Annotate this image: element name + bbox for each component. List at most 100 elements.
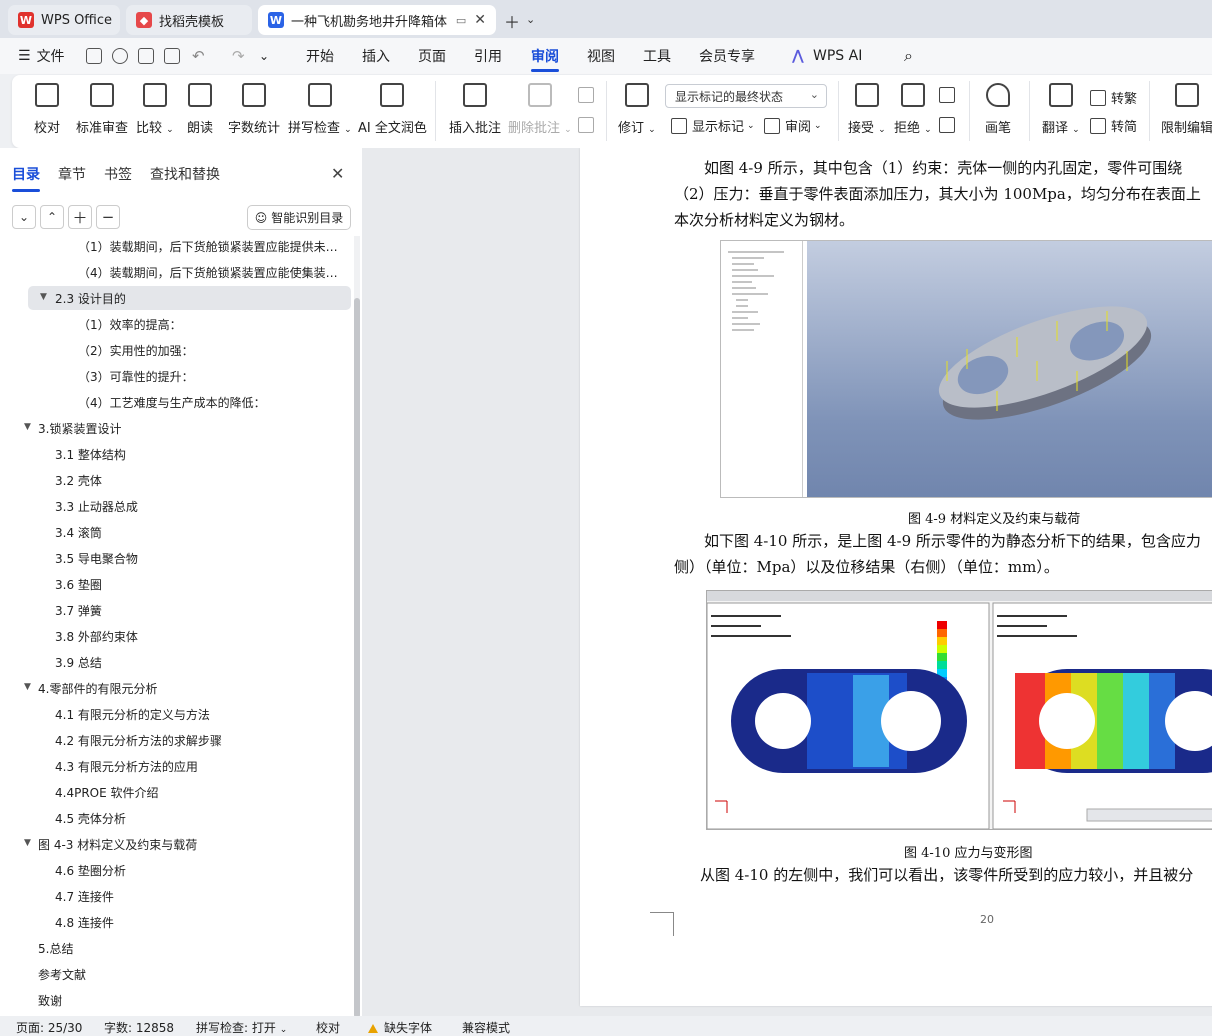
toc-item[interactable]: （1）装载期间，后下货舱锁紧装置应能提供未满…	[0, 236, 348, 258]
figure-stress-displacement[interactable]	[706, 590, 1212, 830]
menu-wps-ai[interactable]: WPS AI	[813, 38, 862, 74]
print-preview-icon[interactable]	[164, 48, 180, 64]
tab-toc[interactable]: 目录	[12, 164, 40, 192]
spell-check-button[interactable]: 拼写检查 ⌄	[288, 83, 352, 136]
read-aloud-button[interactable]: 朗读	[187, 83, 213, 136]
chevron-down-icon[interactable]: ⌄	[526, 13, 535, 26]
toc-item[interactable]: 3.4 滚筒	[0, 520, 348, 544]
toc-item[interactable]: 5.总结	[0, 936, 348, 960]
menu-tools[interactable]: 工具	[643, 38, 671, 74]
tab-docer-templates[interactable]: ◆ 找稻壳模板	[126, 5, 252, 35]
delete-comment-button[interactable]: 删除批注 ⌄	[508, 83, 572, 136]
toc-item[interactable]: 4.2 有限元分析方法的求解步骤	[0, 728, 348, 752]
figure-fea-setup[interactable]	[720, 240, 1212, 498]
toc-item[interactable]: 3.1 整体结构	[0, 442, 348, 466]
toc-item[interactable]: 4.7 连接件	[0, 884, 348, 908]
collapse-down-button[interactable]: ⌄	[12, 205, 36, 229]
ai-polish-button[interactable]: AI 全文润色	[358, 83, 427, 136]
toc-item[interactable]: （4）工艺难度与生产成本的降低：	[0, 390, 348, 414]
review-pane-button[interactable]: 审阅 ⌄	[764, 116, 822, 135]
toc-item[interactable]: （1）效率的提高：	[0, 312, 348, 336]
toc-item[interactable]: ▼ 4.零部件的有限元分析	[0, 676, 348, 700]
markup-state-select[interactable]: 显示标记的最终状态 ⌄	[665, 84, 827, 108]
toc-item[interactable]: 参考文献	[0, 962, 348, 986]
expand-triangle-icon[interactable]: ▼	[24, 682, 31, 692]
monitor-icon[interactable]: ▭	[456, 14, 466, 27]
toc-item[interactable]: （3）可靠性的提升：	[0, 364, 348, 388]
menu-member[interactable]: 会员专享	[699, 38, 755, 74]
toc-item[interactable]: 3.6 垫圈	[0, 572, 348, 596]
expand-triangle-icon[interactable]: ▼	[40, 292, 47, 302]
remove-heading-button[interactable]: −	[96, 205, 120, 229]
new-tab-icon[interactable]: ＋	[504, 9, 520, 33]
close-icon[interactable]: ✕	[331, 164, 344, 183]
toc-item[interactable]: 3.5 导电聚合物	[0, 546, 348, 570]
paragraph-line[interactable]: 如下图 4-10 所示，是上图 4-9 所示零件的为静态分析下的结果，包含应力	[704, 528, 1201, 554]
previous-comment-icon[interactable]	[578, 87, 599, 103]
paragraph-line[interactable]: 如图 4-9 所示，其中包含（1）约束：壳体一侧的内孔固定，零件可围绕	[704, 155, 1182, 181]
document-area[interactable]: 如图 4-9 所示，其中包含（1）约束：壳体一侧的内孔固定，零件可围绕 （2）压…	[362, 148, 1212, 1016]
word-count-button[interactable]: 字数统计	[228, 83, 280, 136]
tab-wps-office[interactable]: W WPS Office	[8, 5, 120, 35]
menu-view[interactable]: 视图	[587, 38, 615, 74]
toc-item[interactable]: ▼ 3.锁紧装置设计	[0, 416, 348, 440]
previous-change-icon[interactable]	[939, 87, 960, 103]
toc-item[interactable]: （2）实用性的加强：	[0, 338, 348, 362]
save-icon[interactable]	[86, 48, 102, 64]
insert-comment-button[interactable]: 插入批注	[449, 83, 501, 136]
menu-insert[interactable]: 插入	[362, 38, 390, 74]
toc-item[interactable]: 4.8 连接件	[0, 910, 348, 934]
pen-button[interactable]: 画笔	[985, 83, 1011, 136]
collapse-up-button[interactable]: ⌃	[40, 205, 64, 229]
translate-button[interactable]: 翻译 ⌄	[1042, 83, 1080, 136]
restrict-edit-button[interactable]: 限制编辑	[1161, 83, 1212, 136]
standard-review-button[interactable]: 标准审查	[76, 83, 128, 136]
toc-item[interactable]: 3.7 弹簧	[0, 598, 348, 622]
tab-chapters[interactable]: 章节	[58, 164, 86, 184]
accept-button[interactable]: 接受 ⌄	[848, 83, 886, 136]
expand-triangle-icon[interactable]: ▼	[24, 838, 31, 848]
menu-page[interactable]: 页面	[418, 38, 446, 74]
tab-current-document[interactable]: W 一种飞机勘务地井升降箱体限 ▭ ✕	[258, 5, 496, 35]
paragraph-line[interactable]: 侧）（单位：Mpa）以及位移结果（右侧）（单位：mm）。	[674, 554, 1059, 580]
figure-caption[interactable]: 图 4-10 应力与变形图	[904, 842, 1032, 861]
next-comment-icon[interactable]	[578, 117, 599, 133]
proofread-button[interactable]: 校对	[34, 83, 60, 136]
toc-item[interactable]: 4.1 有限元分析的定义与方法	[0, 702, 348, 726]
toc-item[interactable]: 3.3 止动器总成	[0, 494, 348, 518]
figure-caption[interactable]: 图 4-9 材料定义及约束与载荷	[908, 508, 1080, 527]
toc-scrollbar-thumb[interactable]	[354, 298, 360, 1018]
document-page[interactable]: 如图 4-9 所示，其中包含（1）约束：壳体一侧的内孔固定，零件可围绕 （2）压…	[580, 148, 1212, 1006]
paragraph-line[interactable]: 本次分析材料定义为钢材。	[674, 207, 854, 233]
to-simplified-button[interactable]: 转简	[1090, 116, 1137, 135]
spell-check-indicator[interactable]: 拼写检查: 打开 ⌄	[196, 1019, 287, 1036]
menu-reference[interactable]: 引用	[474, 38, 502, 74]
toc-item[interactable]: 3.2 壳体	[0, 468, 348, 492]
word-count-indicator[interactable]: 字数: 12858	[104, 1019, 174, 1036]
compare-button[interactable]: 比较 ⌄	[136, 83, 174, 136]
missing-font-indicator[interactable]: 缺失字体	[368, 1019, 432, 1036]
toc-item[interactable]: ▼ 2.3 设计目的	[28, 286, 351, 310]
toc-item[interactable]: （4）装载期间，后下货舱锁紧装置应能使集装器…	[0, 260, 348, 284]
more-chevron-icon[interactable]: ⌄	[259, 38, 269, 74]
smart-toc-button[interactable]: ☺ 智能识别目录	[247, 205, 351, 230]
share-icon[interactable]	[112, 48, 128, 64]
toc-item[interactable]: 4.6 垫圈分析	[0, 858, 348, 882]
file-menu[interactable]: ☰ 文件	[18, 38, 65, 74]
reject-button[interactable]: 拒绝 ⌄	[894, 83, 932, 136]
toc-item[interactable]: 致谢	[0, 988, 348, 1012]
page-indicator[interactable]: 页面: 25/30	[16, 1019, 82, 1036]
undo-icon[interactable]: ↶	[192, 38, 205, 74]
show-markup-button[interactable]: 显示标记 ⌄	[671, 116, 755, 135]
paragraph-line[interactable]: （2）压力：垂直于零件表面添加压力，其大小为 100Mpa，均匀分布在表面上	[674, 181, 1201, 207]
toc-item[interactable]: 4.3 有限元分析方法的应用	[0, 754, 348, 778]
paragraph-line[interactable]: 从图 4-10 的左侧中，我们可以看出，该零件所受到的应力较小，并且被分	[700, 862, 1193, 888]
to-traditional-button[interactable]: 转繁	[1090, 88, 1137, 107]
toc-item[interactable]: 4.4PROE 软件介绍	[0, 780, 348, 804]
toc-item[interactable]: 3.9 总结	[0, 650, 348, 674]
tab-bookmarks[interactable]: 书签	[104, 164, 132, 184]
track-changes-button[interactable]: 修订 ⌄	[618, 83, 656, 136]
redo-icon[interactable]: ↷	[232, 38, 245, 74]
toc-item[interactable]: ▼ 图 4-3 材料定义及约束与载荷	[0, 832, 348, 856]
close-icon[interactable]: ✕	[474, 12, 486, 28]
